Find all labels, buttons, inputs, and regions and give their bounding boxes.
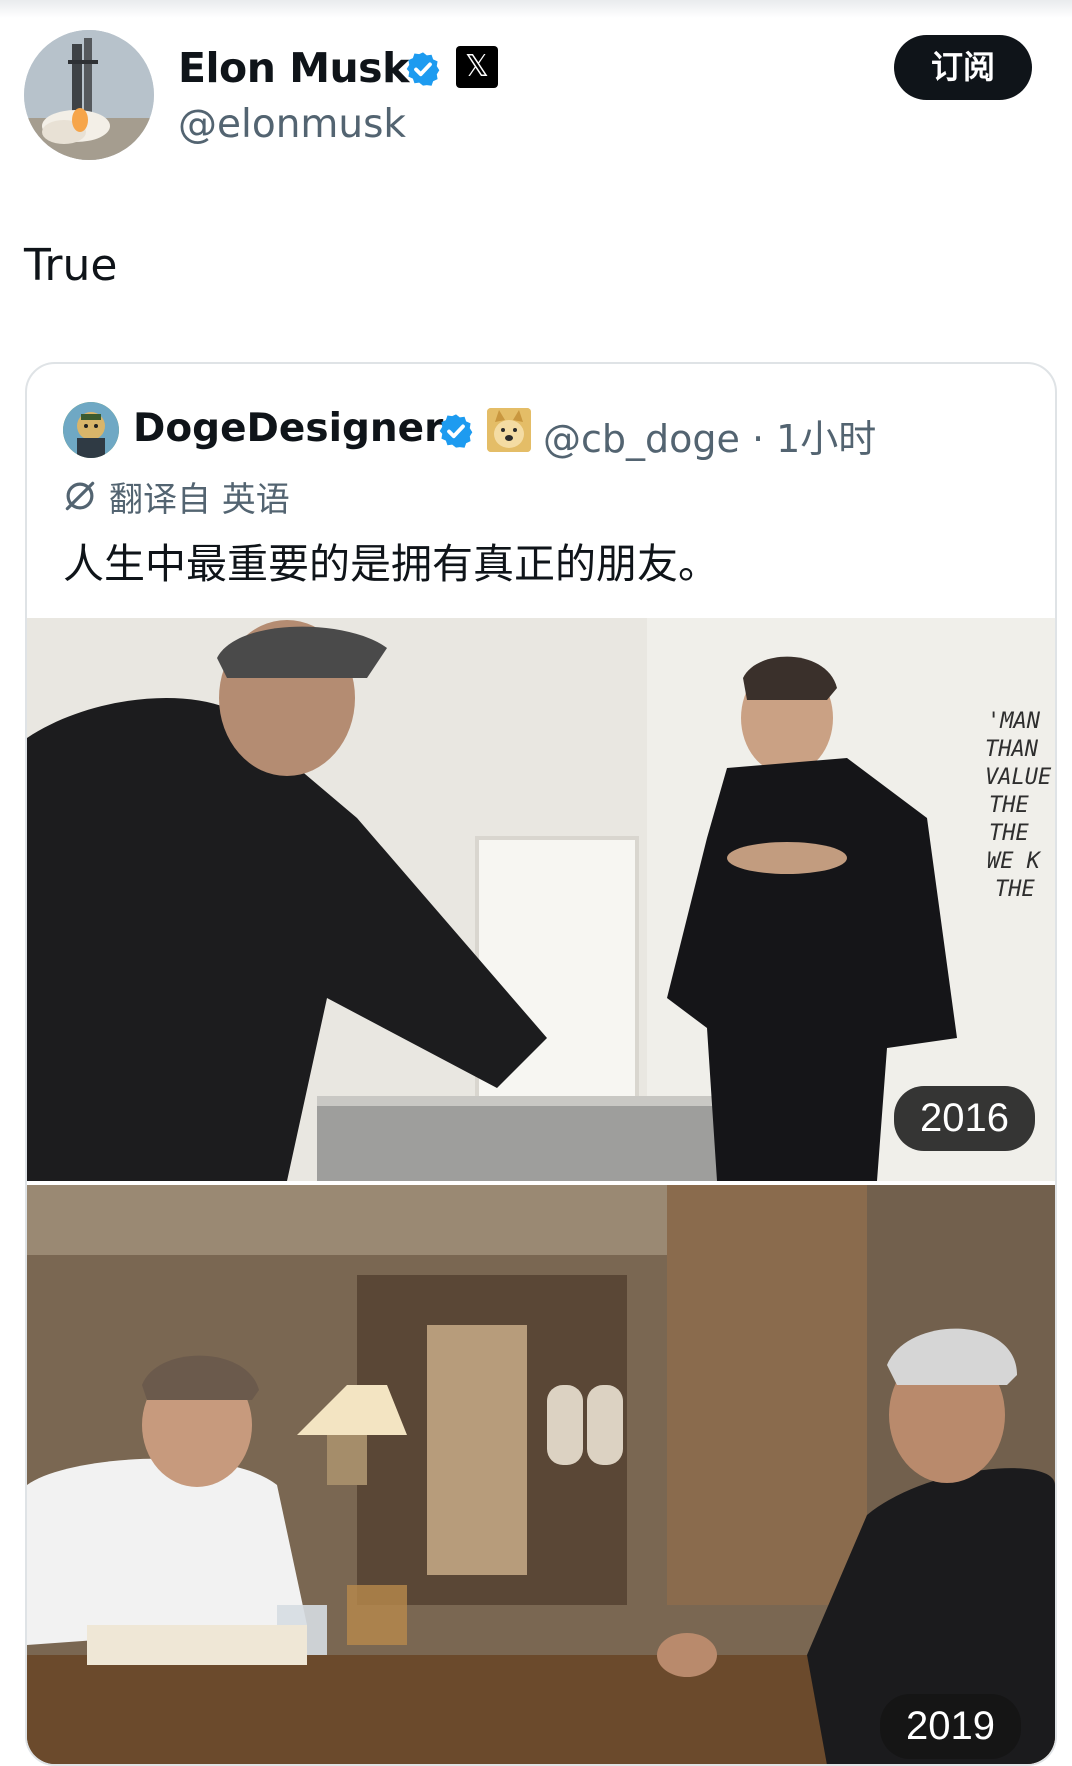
photo-2019[interactable]: 2019 (27, 1185, 1055, 1764)
svg-text:THE: THE (989, 821, 1029, 846)
quote-handle-time[interactable]: @cb_doge · 1小时 (543, 408, 876, 463)
quote-text: 人生中最重要的是拥有真正的朋友。 (63, 540, 719, 588)
verified-icon (439, 414, 473, 448)
quoted-tweet-card[interactable]: DogeDesigner @cb_doge · 1小时 翻译自 英语 人生中最重… (25, 362, 1057, 1766)
svg-text:VALUE: VALUE (985, 765, 1052, 790)
verified-icon (406, 52, 440, 86)
svg-text:THE: THE (995, 877, 1035, 902)
translation-note[interactable]: 翻译自 英语 (61, 474, 290, 520)
year-badge: 2016 (894, 1086, 1035, 1151)
translate-icon (65, 481, 95, 511)
svg-text:'MAN: 'MAN (987, 709, 1041, 734)
author-handle[interactable]: @elonmusk (178, 102, 406, 147)
subscribe-button[interactable]: 订阅 (894, 35, 1032, 100)
quote-author-name[interactable]: DogeDesigner (133, 406, 443, 451)
svg-text:THAN: THAN (985, 737, 1039, 762)
svg-text:WE K: WE K (987, 849, 1042, 874)
svg-text:THE: THE (989, 793, 1029, 818)
doge-emoji-icon (487, 408, 531, 452)
author-name[interactable]: Elon Musk (178, 44, 409, 92)
year-badge: 2019 (880, 1694, 1021, 1759)
quote-avatar[interactable] (63, 402, 119, 458)
top-shade (0, 0, 1072, 18)
translation-label: 翻译自 英语 (109, 479, 290, 520)
avatar[interactable] (24, 30, 154, 160)
photo-2016[interactable]: 'MAN THAN VALUE THE THE WE K THE 2016 (27, 618, 1055, 1181)
tweet-text: True (24, 240, 118, 291)
x-logo-icon: 𝕏 (456, 46, 498, 88)
